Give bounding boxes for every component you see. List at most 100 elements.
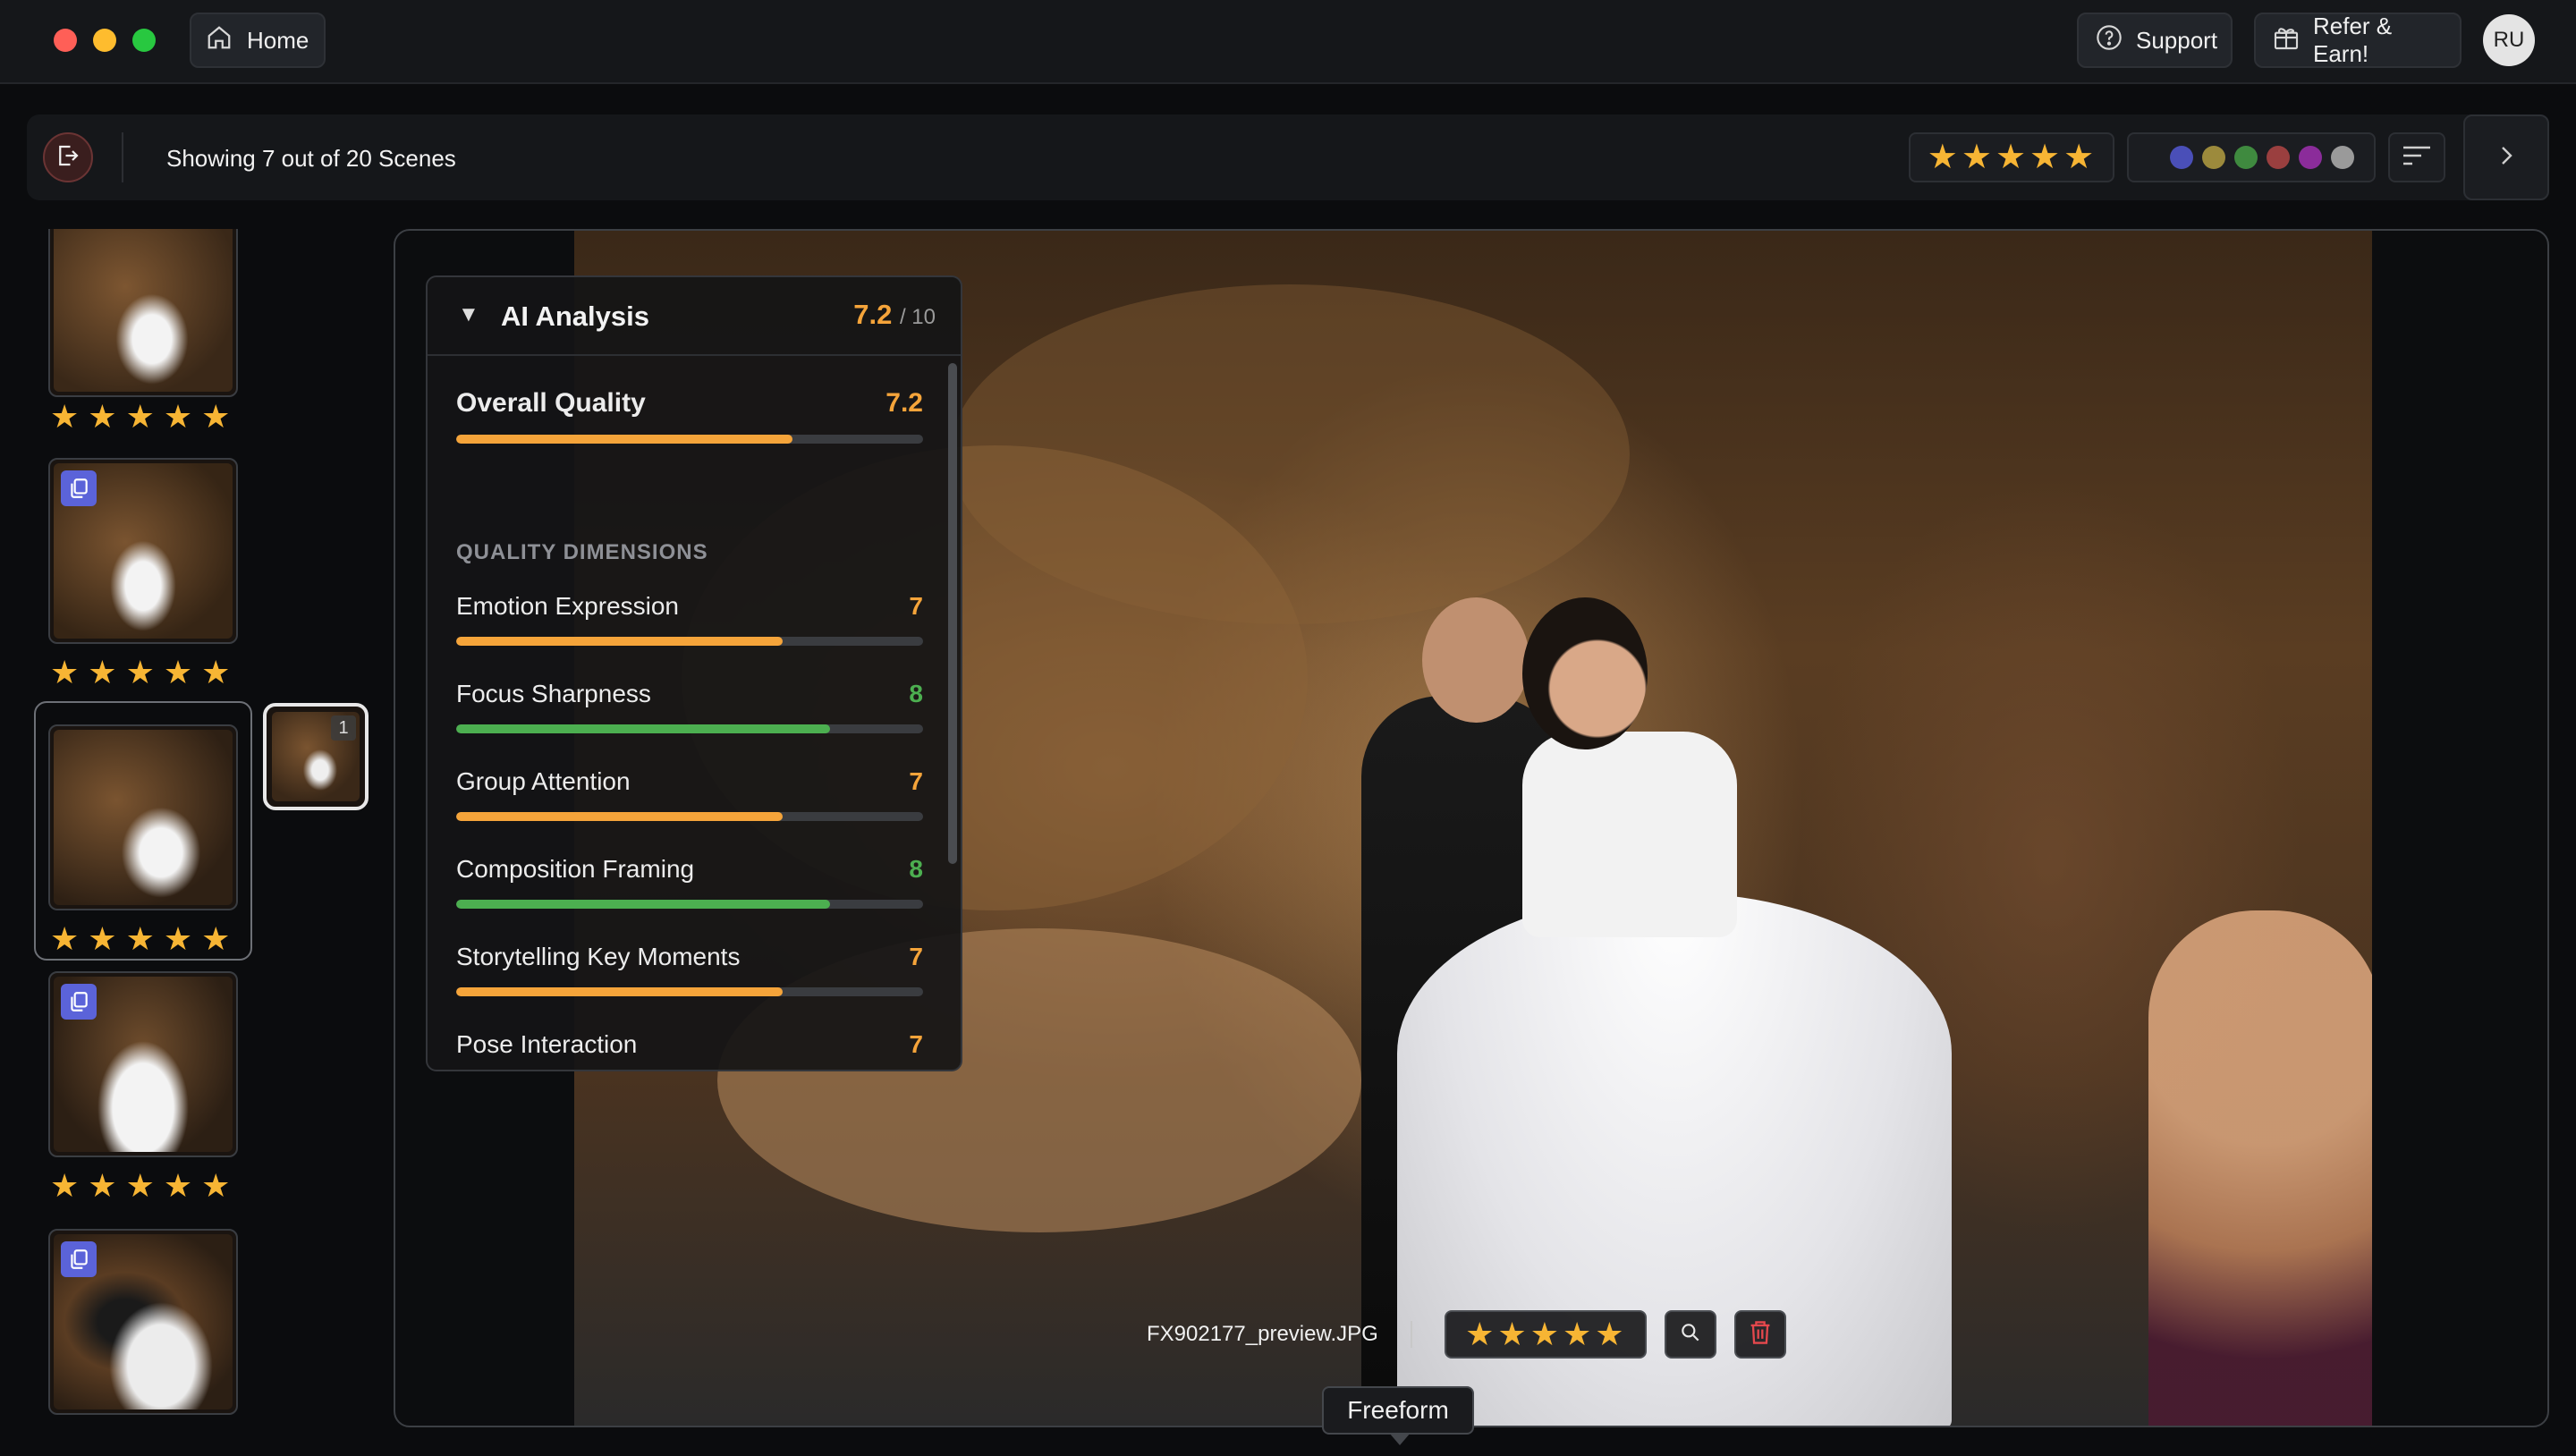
- metric-bar: [456, 987, 923, 996]
- scene-rating[interactable]: ★ ★ ★ ★ ★: [50, 1170, 233, 1202]
- gift-icon: [2272, 23, 2301, 58]
- duplicate-icon: [61, 984, 97, 1020]
- delete-button[interactable]: [1733, 1310, 1786, 1359]
- metric-bar-fill: [456, 435, 792, 444]
- chevron-right-icon: [2496, 144, 2516, 172]
- window-zoom-button[interactable]: [132, 29, 156, 52]
- star-icon[interactable]: ★: [1465, 1318, 1494, 1350]
- trash-icon: [1748, 1319, 1773, 1350]
- star-icon[interactable]: ★: [1497, 1318, 1526, 1350]
- scene-item[interactable]: ★ ★ ★ ★ ★: [32, 458, 254, 708]
- star-icon[interactable]: ★: [126, 923, 155, 955]
- exit-button[interactable]: [43, 132, 93, 182]
- next-scene-button[interactable]: [2463, 114, 2549, 200]
- color-filter-dot[interactable]: [2202, 146, 2225, 169]
- star-icon[interactable]: ★: [88, 656, 116, 689]
- star-icon[interactable]: ★: [50, 656, 79, 689]
- refer-earn-button[interactable]: Refer & Earn!: [2254, 13, 2462, 68]
- star-icon[interactable]: ★: [201, 1170, 230, 1202]
- metric-value: 7: [909, 943, 923, 970]
- color-filter-dot[interactable]: [2170, 146, 2193, 169]
- rating-filter[interactable]: ★ ★ ★ ★ ★: [1909, 132, 2114, 182]
- color-filter-dot[interactable]: [2299, 146, 2322, 169]
- support-button[interactable]: Support: [2077, 13, 2233, 68]
- metric-label: Group Attention: [456, 767, 631, 795]
- metric-label: Emotion Expression: [456, 592, 680, 620]
- star-icon[interactable]: ★: [164, 401, 192, 433]
- star-icon[interactable]: ★: [201, 656, 230, 689]
- scene-thumbnail[interactable]: [48, 229, 238, 397]
- metric-bar-fill: [456, 987, 784, 996]
- sort-icon: [2402, 142, 2432, 174]
- user-avatar[interactable]: RU: [2483, 14, 2535, 66]
- star-icon[interactable]: ★: [126, 401, 155, 433]
- ai-panel-scrollbar[interactable]: [948, 363, 957, 864]
- collapse-triangle-icon[interactable]: ▼: [458, 302, 479, 327]
- star-icon[interactable]: ★: [2063, 140, 2094, 174]
- photo-guest: [2148, 910, 2372, 1426]
- star-icon[interactable]: ★: [164, 1170, 192, 1202]
- metric-value: 7.2: [886, 388, 923, 418]
- star-icon[interactable]: ★: [164, 923, 192, 955]
- star-icon[interactable]: ★: [88, 401, 116, 433]
- metric-label: Pose Interaction: [456, 1030, 638, 1058]
- scene-item[interactable]: ★ ★ ★ ★ ★: [32, 971, 254, 1222]
- home-icon: [206, 24, 233, 57]
- star-icon[interactable]: ★: [50, 401, 79, 433]
- metric-value: 8: [909, 855, 923, 883]
- star-icon[interactable]: ★: [126, 1170, 155, 1202]
- star-icon[interactable]: ★: [50, 1170, 79, 1202]
- ai-analysis-panel: ▼ AI Analysis 7.2 / 10 Overall Quality 7…: [426, 275, 962, 1071]
- scene-thumbnail[interactable]: [48, 971, 238, 1157]
- stack-thumbnail[interactable]: 1: [263, 703, 369, 810]
- zoom-button[interactable]: [1664, 1310, 1716, 1359]
- photo-groom-head: [1422, 597, 1530, 723]
- star-icon[interactable]: ★: [1530, 1318, 1559, 1350]
- star-icon[interactable]: ★: [88, 1170, 116, 1202]
- star-icon[interactable]: ★: [2029, 140, 2060, 174]
- star-icon[interactable]: ★: [1928, 140, 1958, 174]
- star-icon[interactable]: ★: [88, 923, 116, 955]
- scene-thumbnail[interactable]: [48, 1229, 238, 1415]
- scene-item[interactable]: ★ ★ ★ ★ ★: [32, 715, 254, 966]
- scene-count-text: Showing 7 out of 20 Scenes: [166, 145, 456, 172]
- metric-bar: [456, 637, 923, 646]
- scene-sidebar[interactable]: ★★★★★★★★★★★★★★★★★★★★★★★★★: [32, 229, 254, 1426]
- color-filter-dot[interactable]: [2267, 146, 2290, 169]
- color-filter-dot[interactable]: [2331, 146, 2354, 169]
- scene-thumbnail[interactable]: [48, 458, 238, 644]
- scene-rating[interactable]: ★ ★ ★ ★ ★: [50, 656, 233, 689]
- star-icon[interactable]: ★: [1595, 1318, 1623, 1350]
- metric-value: 7: [909, 1030, 923, 1058]
- star-icon[interactable]: ★: [201, 923, 230, 955]
- metric-bar-fill: [456, 900, 830, 909]
- metric-bar: [456, 724, 923, 733]
- metric-label: Composition Framing: [456, 855, 695, 883]
- star-icon[interactable]: ★: [50, 923, 79, 955]
- window-minimize-button[interactable]: [93, 29, 116, 52]
- support-label: Support: [2136, 26, 2218, 54]
- window-close-button[interactable]: [54, 29, 77, 52]
- scene-rating[interactable]: ★ ★ ★ ★ ★: [50, 401, 233, 433]
- star-icon[interactable]: ★: [1962, 140, 1992, 174]
- metric-bar-fill: [456, 637, 784, 646]
- ai-analysis-header[interactable]: ▼ AI Analysis 7.2 / 10: [428, 277, 961, 356]
- scene-item[interactable]: ★ ★ ★ ★ ★: [32, 229, 254, 479]
- photo-rating[interactable]: ★ ★ ★ ★ ★: [1444, 1310, 1647, 1359]
- scene-rating[interactable]: ★ ★ ★ ★ ★: [50, 923, 233, 955]
- sort-button[interactable]: [2388, 132, 2445, 182]
- title-bar: Home Support Refer & Earn! RU: [0, 0, 2576, 84]
- home-button[interactable]: Home: [190, 13, 326, 68]
- star-icon[interactable]: ★: [1996, 140, 2026, 174]
- star-icon[interactable]: ★: [201, 401, 230, 433]
- color-label-filter[interactable]: [2127, 132, 2376, 182]
- scene-thumbnail[interactable]: [48, 724, 238, 910]
- scene-item[interactable]: ★★★★★: [32, 1229, 254, 1426]
- magnifier-icon: [1679, 1321, 1702, 1349]
- color-filter-dot[interactable]: [2234, 146, 2258, 169]
- star-icon[interactable]: ★: [1563, 1318, 1591, 1350]
- photo-viewer[interactable]: ▼ AI Analysis 7.2 / 10 Overall Quality 7…: [394, 229, 2549, 1427]
- star-icon[interactable]: ★: [164, 656, 192, 689]
- star-icon[interactable]: ★: [126, 656, 155, 689]
- photo-bride-head: [1522, 597, 1648, 749]
